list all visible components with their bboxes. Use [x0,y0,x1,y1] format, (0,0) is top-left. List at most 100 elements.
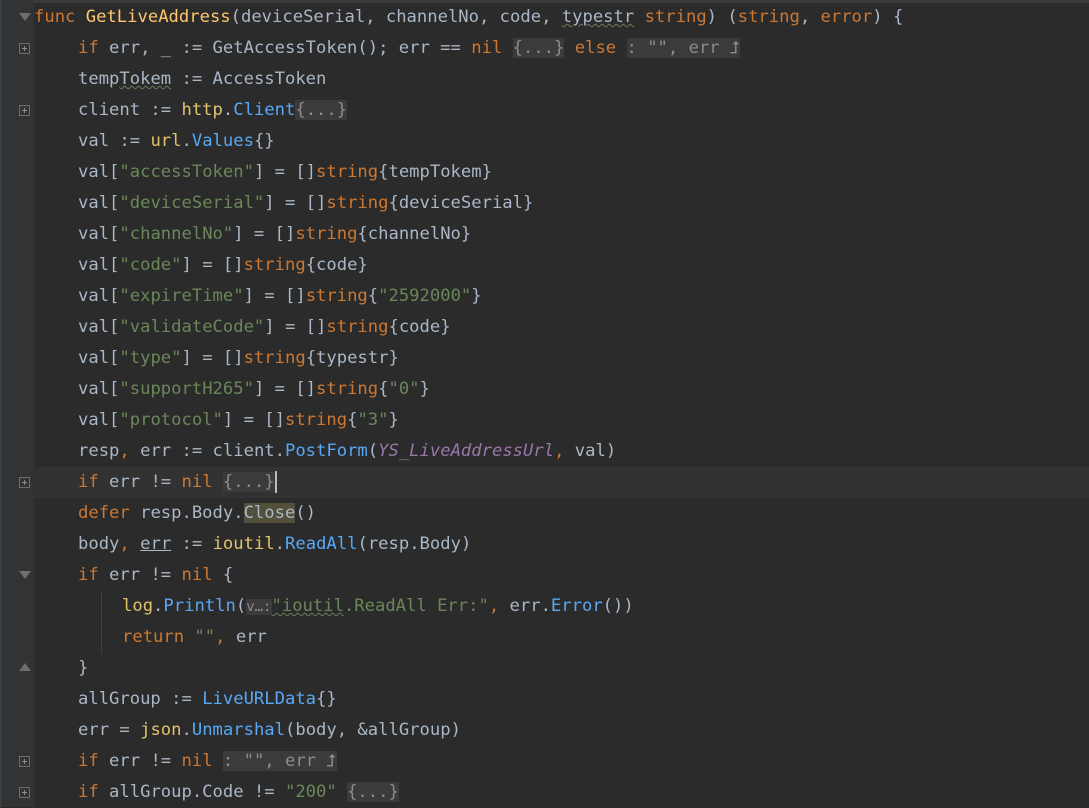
code-token: string [326,317,389,337]
code-line[interactable]: if err != nil {...} [34,467,1089,498]
fold-collapse-icon[interactable] [19,13,31,21]
code-line[interactable]: defer resp.Body.Close() [34,498,1089,529]
code-token: {deviceSerial} [388,193,534,213]
code-line[interactable]: val["code"] = []string{code} [34,250,1089,281]
fold-collapse-icon[interactable] [19,571,31,579]
folded-region[interactable]: {...} [512,38,565,58]
code-token: {} [316,689,337,709]
code-line[interactable]: val["channelNo"] = []string{channelNo} [34,219,1089,250]
code-line[interactable]: client := http.Client{...} [34,95,1089,126]
code-line[interactable]: log.Println(v…:"ioutil.ReadAll Err:", er… [34,591,1089,622]
code-token: { [347,410,358,430]
code-line[interactable]: val := url.Values{} [34,126,1089,157]
code-token: LiveURLData [202,689,317,709]
code-token: val) [564,441,617,461]
code-token: val := [78,131,151,151]
code-token: val[ [78,162,120,182]
code-line[interactable]: return "", err [34,622,1089,653]
code-line[interactable]: resp, err := client.PostForm(YS_LiveAddr… [34,436,1089,467]
code-line[interactable]: val["expireTime"] = []string{"2592000"} [34,281,1089,312]
code-line[interactable]: } [34,653,1089,684]
folded-region[interactable]: {...} [222,472,275,492]
code-token: , [799,7,821,27]
folded-region[interactable]: {...} [295,100,348,120]
code-token: allGroup.Code != [98,782,285,802]
folded-region[interactable]: {...} [347,782,399,802]
code-line[interactable]: val["deviceSerial"] = []string{deviceSer… [34,188,1089,219]
code-token: . [181,131,192,151]
code-token: error [820,7,873,27]
code-token: {channelNo} [357,224,472,244]
code-token: nil [181,751,213,771]
code-token: json [140,720,182,740]
code-line[interactable]: if allGroup.Code != "200" {...} [34,777,1089,808]
code-token: Client [233,100,296,120]
code-line[interactable]: body, err := ioutil.ReadAll(resp.Body) [34,529,1089,560]
folded-region[interactable]: : "", err ⮥ [626,38,741,58]
fold-expand-icon[interactable] [19,787,30,798]
code-token: if [78,38,99,58]
folded-region[interactable]: : "", err ⮥ [222,751,337,771]
code-token: val[ [78,286,120,306]
code-line[interactable]: if err, _ := GetAccessToken(); err == ni… [34,33,1089,64]
code-line[interactable]: val["supportH265"] = []string{"0"} [34,374,1089,405]
code-token: temp [78,69,120,89]
editor-gutter[interactable] [0,0,34,807]
code-line[interactable]: val["accessToken"] = []string{tempTokem} [34,157,1089,188]
code-token: err, _ := GetAccessToken(); err == [98,38,472,58]
code-token: "200" [284,782,337,802]
code-line[interactable]: val["protocol"] = []string{"3"} [34,405,1089,436]
code-token: "channelNo" [119,224,234,244]
code-token: err. [499,596,551,616]
code-token: string [243,255,306,275]
code-token: typestr [561,7,635,27]
fold-expand-icon[interactable] [19,43,30,54]
code-token: {code} [305,255,368,275]
code-token: ] = [] [181,255,244,275]
code-line[interactable]: allGroup := LiveURLData{} [34,684,1089,715]
code-token: err != [98,472,182,492]
code-token: return [122,627,185,647]
code-token: val[ [78,317,120,337]
code-line[interactable]: if err != nil : "", err ⮥ [34,746,1089,777]
code-token: "code" [119,255,182,275]
code-token: func [34,7,76,27]
code-token: Close [243,503,296,523]
code-token: if [78,565,99,585]
code-token: } [388,410,399,430]
gutter-edge [0,0,2,807]
fold-expand-icon[interactable] [19,105,30,116]
code-token: Tokem [119,69,172,89]
code-line[interactable]: if err != nil { [34,560,1089,591]
fold-end-icon[interactable] [19,663,31,675]
fold-expand-icon[interactable] [19,756,30,767]
code-token: YS_LiveAddressUrl [378,441,555,461]
code-token: "0" [388,379,420,399]
code-line[interactable]: func GetLiveAddress(deviceSerial, channe… [34,2,1089,33]
code-token: ReadAll [285,534,358,554]
code-token: err := client. [129,441,285,461]
code-line[interactable]: val["type"] = []string{typestr} [34,343,1089,374]
code-token: ) ( [706,7,738,27]
code-token: "type" [119,348,182,368]
code-token: ] = [] [253,162,317,182]
code-token: {tempTokem} [378,162,492,182]
code-line[interactable]: err = json.Unmarshal(body, &allGroup) [34,715,1089,746]
code-token: err != [98,565,182,585]
code-token: nil [471,38,503,58]
code-line[interactable]: tempTokem := AccessToken [34,64,1089,95]
code-token: "supportH265" [119,379,254,399]
code-line[interactable]: val["validateCode"] = []string{code} [34,312,1089,343]
fold-expand-icon[interactable] [19,477,30,488]
code-token: val[ [78,224,120,244]
code-token: ] = [] [181,348,244,368]
code-token: string [243,348,306,368]
code-token: Println [163,596,236,616]
code-token: . [181,720,192,740]
code-token: "protocol" [119,410,223,430]
